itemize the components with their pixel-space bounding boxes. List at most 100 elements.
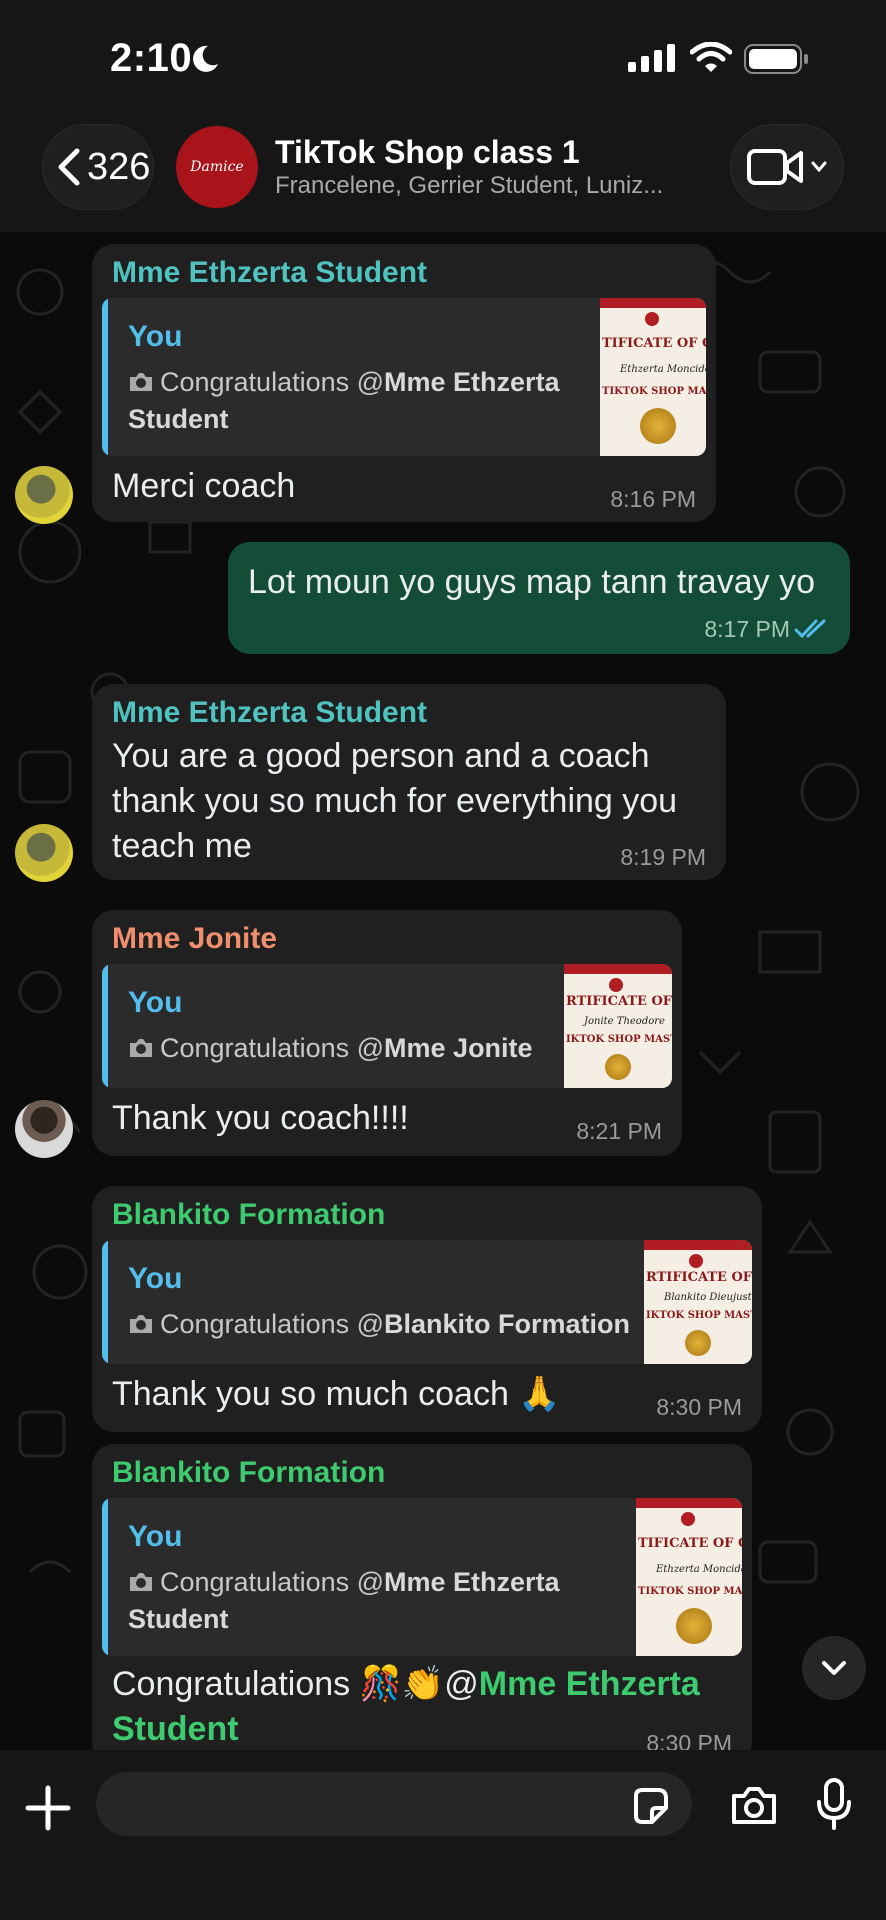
cert-program: TIKTOK SHOP MASTERY PROG [638,1586,742,1597]
quote-mention: Mme Jonite [384,1033,533,1063]
camera-icon [130,373,152,391]
chat-header: 326 Damice TikTok Shop class 1 Francelen… [0,110,886,232]
cert-logo [680,1512,695,1526]
scroll-to-bottom-button[interactable] [802,1636,866,1700]
message-text: Merci coach [112,467,296,505]
quote-prefix: Congratulations @ [160,1033,385,1063]
cert-strip [636,1498,742,1508]
message-text: Congratulations 🎊👏@Mme Ethzerta Student [112,1662,700,1752]
quoted-message[interactable]: You Congratulations @Blankito Formation … [102,1240,752,1364]
quote-author: You [128,320,183,353]
cert-strip [600,298,706,308]
certificate-thumbnail[interactable]: RTIFICATE OF COMPLET Jonite Theodore IKT… [564,964,672,1088]
message-bubble[interactable]: Blankito Formation You Congratulations @… [92,1444,752,1764]
wifi-icon [690,42,732,72]
quote-author: You [128,986,183,1019]
camera-icon [130,1315,152,1333]
sender-name: Blankito Formation [112,1456,386,1489]
sender-name: Mme Ethzerta Student [112,256,428,289]
cert-strip [644,1240,752,1250]
message-time: 8:17 PM [704,616,790,642]
cert-program: IKTOK SHOP MASTERY PROGRA [566,1034,672,1045]
chevron-left-icon [58,148,80,186]
quote-mention: Mme Ethzerta [384,1567,560,1597]
plus-icon[interactable] [24,1784,72,1832]
sender-name: Blankito Formation [112,1198,386,1231]
certificate-thumbnail[interactable]: TIFICATE OF COMPLE Ethzerta Moncide Augu… [636,1498,742,1656]
sender-name: Mme Ethzerta Student [112,696,428,729]
cert-title: RTIFICATE OF COMPLET [646,1270,752,1285]
quoted-message[interactable]: You Congratulations @Mme Ethzerta Studen… [102,1498,742,1656]
cert-seal [685,1330,712,1356]
cert-logo [644,312,659,326]
camera-icon [130,1039,152,1057]
camera-icon[interactable] [730,1784,778,1826]
group-avatar-logo: Damice [190,159,244,175]
cert-name: Ethzerta Moncide Augustin [656,1564,742,1575]
sender-avatar[interactable] [15,1100,73,1158]
video-call-button[interactable] [730,124,844,210]
message-text-line: teach me [112,827,252,865]
message-text: Thank you so much coach 🙏 [112,1375,561,1413]
quoted-message[interactable]: You Congratulations @Mme Jonite RTIFICAT… [102,964,672,1088]
message-time: 8:21 PM [576,1118,662,1144]
video-camera-icon [747,149,803,185]
quote-bar [102,1498,108,1656]
chevron-down-icon [811,161,827,173]
outgoing-message-bubble[interactable]: Lot moun yo guys map tann travay yo 8:17… [228,542,850,654]
chat-members[interactable]: Francelene, Gerrier Student, Luniz... [275,172,663,200]
sender-avatar[interactable] [15,824,73,882]
composer-bar [0,1750,886,1920]
quote-text: Congratulations @Mme Ethzerta Student [128,364,560,438]
message-text-prefix: Congratulations 🎊👏@ [112,1665,479,1703]
back-button[interactable]: 326 [42,124,154,210]
cert-name: Ethzerta Moncide Augustin [620,364,706,375]
quote-mention-continued: Student [128,1604,229,1634]
cert-name: Jonite Theodore [584,1016,665,1027]
message-mention-continued[interactable]: Student [112,1710,239,1748]
camera-icon [130,1573,152,1591]
quote-mention-continued: Student [128,404,229,434]
quote-text: Congratulations @Blankito Formation [128,1306,630,1343]
message-bubble[interactable]: Mme Ethzerta Student You Congratulations… [92,244,716,522]
message-bubble[interactable]: Mme Jonite You Congratulations @Mme Joni… [92,910,682,1156]
cert-strip [564,964,672,974]
message-time: 8:16 PM [610,486,696,512]
quote-mention: Mme Ethzerta [384,367,560,397]
cert-logo [609,978,624,992]
sender-name: Mme Jonite [112,922,278,955]
quote-author: You [128,1262,183,1295]
message-mention[interactable]: Mme Ethzerta [479,1665,700,1703]
message-bubble[interactable]: Blankito Formation You Congratulations @… [92,1186,762,1432]
cellular-signal-icon [628,44,675,72]
status-bar: 2:10 [0,0,886,110]
quoted-message[interactable]: You Congratulations @Mme Ethzerta Studen… [102,298,706,456]
quote-prefix: Congratulations @ [160,1309,385,1339]
quote-bar [102,964,108,1088]
message-text: Lot moun yo guys map tann travay yo [248,563,815,601]
sticker-icon[interactable] [630,1786,670,1826]
message-input[interactable] [96,1772,692,1836]
group-avatar[interactable]: Damice [176,126,258,208]
sender-avatar[interactable] [15,466,73,524]
quote-author: You [128,1520,183,1553]
cert-logo [689,1254,704,1268]
chevron-down-icon [822,1661,846,1675]
message-time: 8:30 PM [656,1394,742,1420]
battery-icon [744,44,808,74]
message-bubble[interactable]: Mme Ethzerta Student You are a good pers… [92,684,726,880]
quote-text: Congratulations @Mme Ethzerta Student [128,1564,560,1638]
certificate-thumbnail[interactable]: TIFICATE OF COMPLE Ethzerta Moncide Augu… [600,298,706,456]
quote-text: Congratulations @Mme Jonite [128,1030,533,1067]
cert-name: Blankito Dieujuste [664,1292,752,1303]
message-text: Thank you coach!!!! [112,1099,409,1137]
message-text-line: You are a good person and a coach [112,737,650,775]
certificate-thumbnail[interactable]: RTIFICATE OF COMPLET Blankito Dieujuste … [644,1240,752,1364]
chat-title[interactable]: TikTok Shop class 1 [275,134,580,171]
cert-title: TIFICATE OF COMPLE [638,1536,742,1551]
microphone-icon[interactable] [816,1778,852,1830]
quote-prefix: Congratulations @ [160,1567,385,1597]
cert-program: TIKTOK SHOP MASTERY PROG [602,386,706,397]
cert-seal [676,1608,713,1644]
moon-icon [193,45,218,72]
